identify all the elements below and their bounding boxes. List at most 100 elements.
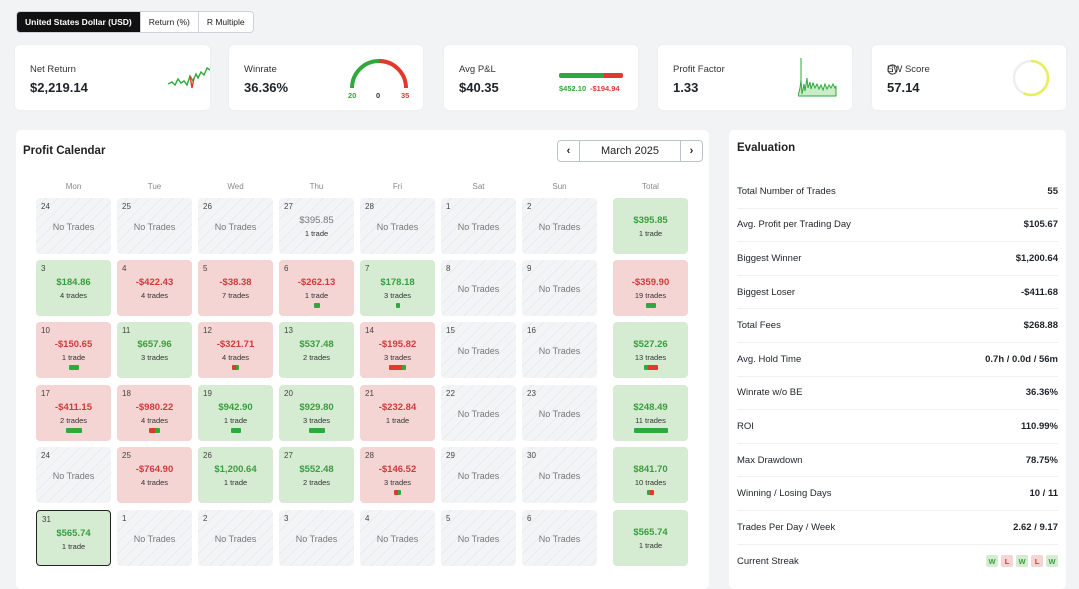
win-loss-bar bbox=[394, 490, 401, 495]
week-total-cell[interactable]: $841.70 10 trades bbox=[613, 447, 688, 503]
trade-count: 1 trade bbox=[304, 291, 329, 300]
calendar-day-cell[interactable]: 8 No Trades bbox=[441, 260, 516, 316]
win-loss-bar bbox=[232, 365, 239, 370]
winrate-value: 36.36% bbox=[244, 80, 289, 95]
no-trades-label: No Trades bbox=[538, 222, 581, 232]
prev-month-button[interactable]: ‹ bbox=[558, 141, 579, 161]
day-pnl: -$980.22 bbox=[135, 402, 174, 413]
calendar-day-cell[interactable]: 12 -$321.71 4 trades bbox=[198, 322, 273, 378]
calendar-day-cell[interactable]: 21 -$232.84 1 trade bbox=[360, 385, 435, 441]
profit-factor-label: Profit Factor bbox=[673, 64, 725, 75]
calendar-day-cell[interactable]: 4 No Trades bbox=[360, 510, 435, 566]
calendar-day-cell[interactable]: 25 No Trades bbox=[117, 198, 192, 254]
trade-count: 4 trades bbox=[140, 291, 169, 300]
calendar-day-cell[interactable]: 2 No Trades bbox=[198, 510, 273, 566]
win-segment bbox=[65, 428, 82, 433]
calendar-day-cell[interactable]: 16 No Trades bbox=[522, 322, 597, 378]
day-number: 18 bbox=[122, 389, 131, 398]
calendar-day-cell[interactable]: 27 $552.48 2 trades bbox=[279, 447, 354, 503]
day-number: 7 bbox=[365, 264, 370, 273]
profit-factor-card: Profit Factor 1.33 bbox=[658, 45, 852, 110]
calendar-day-cell[interactable]: 31 $565.74 1 trade bbox=[36, 510, 111, 566]
streak-badge: L bbox=[1001, 555, 1013, 568]
calendar-day-cell[interactable]: 25 -$764.90 4 trades bbox=[117, 447, 192, 503]
calendar-day-cell[interactable]: 11 $657.96 3 trades bbox=[117, 322, 192, 378]
dow-mon: Mon bbox=[65, 182, 82, 191]
calendar-day-cell[interactable]: 13 $537.48 2 trades bbox=[279, 322, 354, 378]
day-number: 14 bbox=[365, 326, 374, 335]
calendar-day-cell[interactable]: 17 -$411.15 2 trades bbox=[36, 385, 111, 441]
calendar-day-cell[interactable]: 27 $395.85 1 trade bbox=[279, 198, 354, 254]
dow-sun: Sun bbox=[552, 182, 567, 191]
week-total-cell[interactable]: $565.74 1 trade bbox=[613, 510, 688, 566]
day-number: 26 bbox=[203, 451, 212, 460]
evaluation-value: -$411.68 bbox=[1021, 286, 1058, 298]
streak-badge: L bbox=[1031, 555, 1043, 568]
calendar-day-cell[interactable]: 18 -$980.22 4 trades bbox=[117, 385, 192, 441]
day-number: 2 bbox=[527, 202, 532, 211]
calendar-day-cell[interactable]: 28 No Trades bbox=[360, 198, 435, 254]
calendar-day-cell[interactable]: 6 -$262.13 1 trade bbox=[279, 260, 354, 316]
calendar-day-cell[interactable]: 30 No Trades bbox=[522, 447, 597, 503]
calendar-day-cell[interactable]: 4 -$422.43 4 trades bbox=[117, 260, 192, 316]
trade-count: 3 trades bbox=[383, 353, 412, 362]
calendar-day-cell[interactable]: 7 $178.18 3 trades bbox=[360, 260, 435, 316]
evaluation-title: Evaluation bbox=[737, 142, 796, 154]
week-total-cell[interactable]: $395.85 1 trade bbox=[613, 198, 688, 254]
evaluation-label: Avg. Profit per Trading Day bbox=[737, 219, 851, 231]
calendar-day-cell[interactable]: 20 $929.80 3 trades bbox=[279, 385, 354, 441]
tab-return-percent[interactable]: Return (%) bbox=[141, 12, 199, 32]
day-number: 19 bbox=[203, 389, 212, 398]
net-return-value: $2,219.14 bbox=[30, 80, 88, 95]
calendar-day-cell[interactable]: 28 -$146.52 3 trades bbox=[360, 447, 435, 503]
calendar-day-cell[interactable]: 9 No Trades bbox=[522, 260, 597, 316]
calendar-day-cell[interactable]: 1 No Trades bbox=[441, 198, 516, 254]
day-number: 1 bbox=[446, 202, 451, 211]
calendar-day-cell[interactable]: 5 -$38.38 7 trades bbox=[198, 260, 273, 316]
evaluation-row: Total Number of Trades 55 bbox=[737, 175, 1058, 209]
day-number: 24 bbox=[41, 451, 50, 460]
calendar-day-cell[interactable]: 15 No Trades bbox=[441, 322, 516, 378]
day-number: 13 bbox=[284, 326, 293, 335]
evaluation-row: Winning / Losing Days 10 / 11 bbox=[737, 477, 1058, 511]
calendar-day-cell[interactable]: 1 No Trades bbox=[117, 510, 192, 566]
calendar-day-cell[interactable]: 26 $1,200.64 1 trade bbox=[198, 447, 273, 503]
no-trades-label: No Trades bbox=[52, 222, 95, 232]
win-loss-bar bbox=[389, 365, 406, 370]
week-total-cell[interactable]: -$359.90 19 trades bbox=[613, 260, 688, 316]
calendar-day-cell[interactable]: 19 $942.90 1 trade bbox=[198, 385, 273, 441]
streak-badge: W bbox=[1046, 555, 1058, 568]
week-total-cell[interactable]: $527.26 13 trades bbox=[613, 322, 688, 378]
calendar-day-cell[interactable]: 2 No Trades bbox=[522, 198, 597, 254]
evaluation-value: 110.99% bbox=[1021, 420, 1058, 432]
info-icon[interactable] bbox=[887, 64, 898, 75]
tab-usd[interactable]: United States Dollar (USD) bbox=[17, 12, 141, 32]
evaluation-label: Total Number of Trades bbox=[737, 185, 836, 197]
evaluation-panel: Evaluation Total Number of Trades 55 Avg. … bbox=[729, 130, 1066, 589]
evaluation-label: Avg. Hold Time bbox=[737, 353, 802, 365]
tab-r-multiple[interactable]: R Multiple bbox=[199, 12, 253, 32]
calendar-day-cell[interactable]: 24 No Trades bbox=[36, 447, 111, 503]
calendar-day-cell[interactable]: 3 No Trades bbox=[279, 510, 354, 566]
chevron-right-icon: › bbox=[689, 145, 694, 157]
trade-count: 4 trades bbox=[221, 353, 250, 362]
winrate-win-count: 20 bbox=[348, 91, 357, 100]
dow-sat: Sat bbox=[472, 182, 485, 191]
calendar-day-cell[interactable]: 29 No Trades bbox=[441, 447, 516, 503]
win-segment bbox=[402, 365, 406, 370]
calendar-day-cell[interactable]: 26 No Trades bbox=[198, 198, 273, 254]
next-month-button[interactable]: › bbox=[681, 141, 702, 161]
week-total-cell[interactable]: $248.49 11 trades bbox=[613, 385, 688, 441]
calendar-day-cell[interactable]: 3 $184.86 4 trades bbox=[36, 260, 111, 316]
calendar-day-cell[interactable]: 14 -$195.82 3 trades bbox=[360, 322, 435, 378]
calendar-day-cell[interactable]: 6 No Trades bbox=[522, 510, 597, 566]
calendar-day-cell[interactable]: 5 No Trades bbox=[441, 510, 516, 566]
evaluation-value: 78.75% bbox=[1025, 454, 1058, 466]
calendar-day-cell[interactable]: 24 No Trades bbox=[36, 198, 111, 254]
calendar-day-cell[interactable]: 10 -$150.65 1 trade bbox=[36, 322, 111, 378]
day-number: 20 bbox=[284, 389, 293, 398]
trade-count: 1 trade bbox=[61, 542, 86, 551]
day-number: 28 bbox=[365, 202, 374, 211]
calendar-day-cell[interactable]: 23 No Trades bbox=[522, 385, 597, 441]
calendar-day-cell[interactable]: 22 No Trades bbox=[441, 385, 516, 441]
